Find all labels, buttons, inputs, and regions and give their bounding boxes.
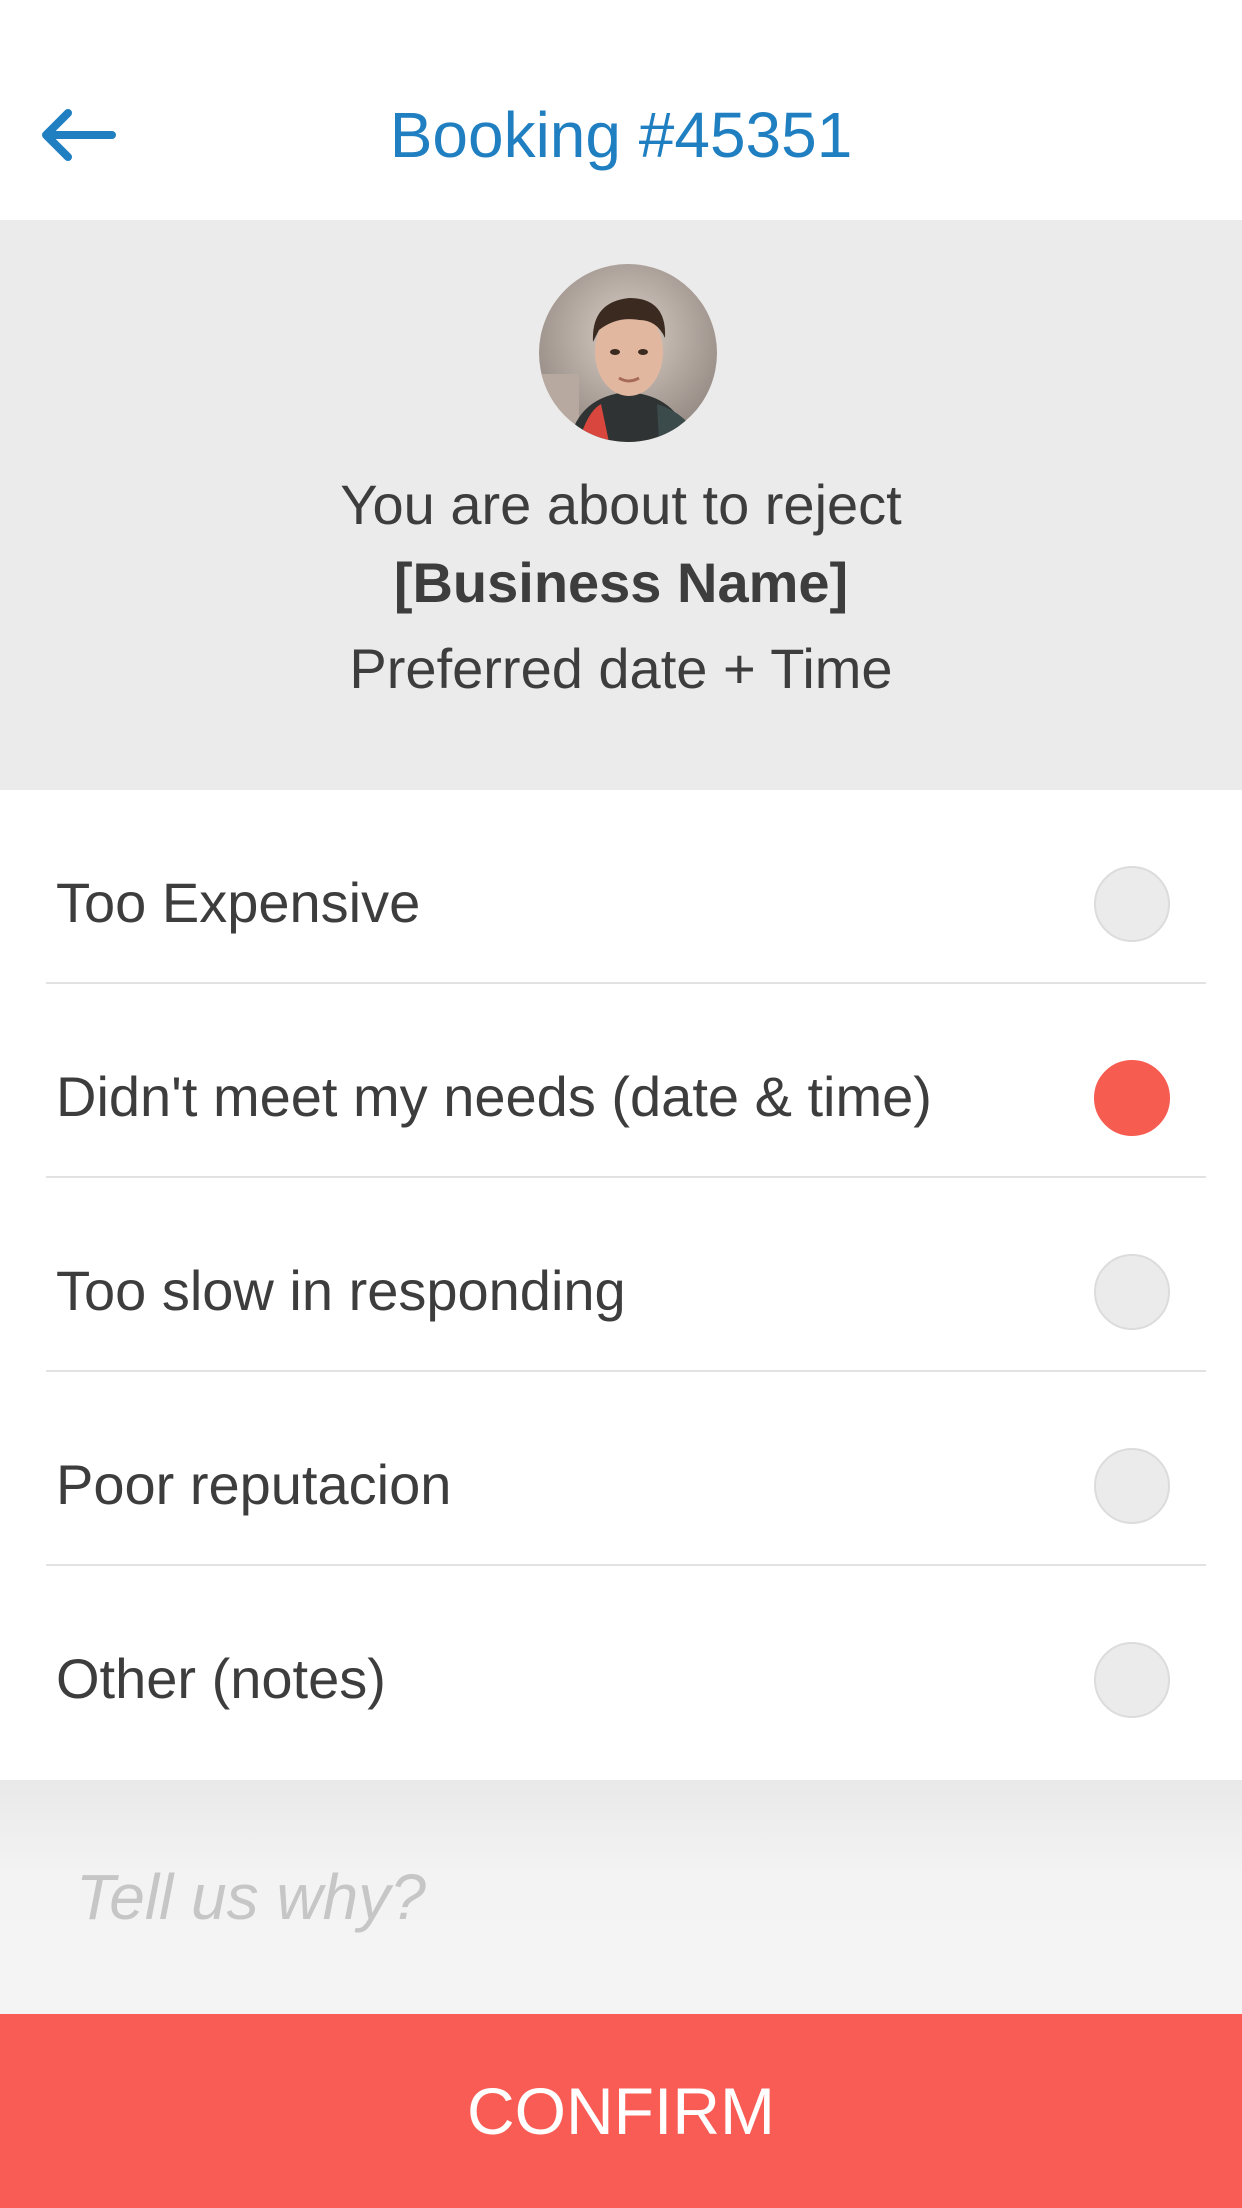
booking-summary: You are about to reject [Business Name] … bbox=[0, 220, 1242, 790]
page-title: Booking #45351 bbox=[389, 99, 853, 171]
notes-input[interactable] bbox=[0, 1780, 1242, 2014]
confirm-button[interactable]: CONFIRM bbox=[0, 2014, 1242, 2208]
reason-option-didnt-meet-needs[interactable]: Didn't meet my needs (date & time) bbox=[0, 984, 1242, 1178]
radio-button[interactable] bbox=[1094, 866, 1170, 942]
option-label: Didn't meet my needs (date & time) bbox=[56, 1065, 932, 1128]
option-label: Too slow in responding bbox=[56, 1259, 626, 1322]
reject-reasons-list: Too Expensive Didn't meet my needs (date… bbox=[0, 790, 1242, 1760]
reason-option-other[interactable]: Other (notes) bbox=[0, 1566, 1242, 1760]
notes-area bbox=[0, 1780, 1242, 2014]
reason-option-poor-reputation[interactable]: Poor reputacion bbox=[0, 1372, 1242, 1566]
radio-button[interactable] bbox=[1094, 1642, 1170, 1718]
reason-option-too-expensive[interactable]: Too Expensive bbox=[0, 790, 1242, 984]
avatar bbox=[539, 264, 717, 442]
radio-button[interactable] bbox=[1094, 1448, 1170, 1524]
reject-intro-text: You are about to reject bbox=[340, 473, 902, 536]
option-label: Too Expensive bbox=[56, 871, 421, 934]
option-label: Other (notes) bbox=[56, 1647, 386, 1710]
business-name: [Business Name] bbox=[393, 551, 849, 614]
reason-option-too-slow[interactable]: Too slow in responding bbox=[0, 1178, 1242, 1372]
option-label: Poor reputacion bbox=[56, 1453, 452, 1516]
radio-button[interactable] bbox=[1094, 1254, 1170, 1330]
preferred-date-time: Preferred date + Time bbox=[349, 637, 893, 700]
app-header: Booking #45351 bbox=[0, 0, 1242, 220]
radio-button[interactable] bbox=[1094, 1060, 1170, 1136]
